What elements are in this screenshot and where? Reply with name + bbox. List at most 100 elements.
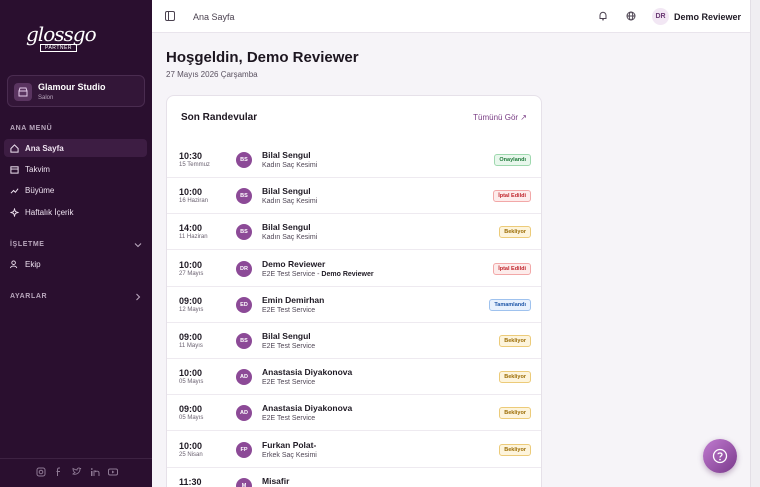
section-main-menu: ANA MENÜ [10,125,53,132]
instagram-icon[interactable] [36,467,46,477]
client-avatar: BS [236,152,252,168]
appointment-day: 25 Nisan [179,451,203,458]
sidebar-toggle-icon[interactable] [165,11,175,21]
sidebar-item-team[interactable]: Ekip [4,255,147,273]
client-name: Emin Demirhan [262,294,325,305]
see-all-link[interactable]: Tümünü Gör ↗ [473,113,527,122]
page-scrollbar[interactable] [750,0,760,487]
current-date: 27 Mayıs 2026 Çarşamba [166,70,258,79]
client-avatar: M [236,477,252,487]
appointment-row[interactable]: 10:00 16 Haziran BS Bilal Sengul Kadın Saç K… [167,178,541,215]
sidebar-item-label: Büyüme [25,185,55,195]
globe-icon[interactable] [626,11,636,21]
appointment-day: 11 Haziran [179,234,208,241]
client-name: Misafir [262,475,290,486]
appointment-row[interactable]: 10:00 27 Mayıs DR Demo Reviewer E2E Test Ser… [167,251,541,287]
user-avatar[interactable]: DR [652,8,669,25]
social-links [36,467,118,477]
card-title: Son Randevular [181,112,258,123]
appointment-day: 16 Haziran [179,198,209,205]
appointment-service: E2E Test Service [262,415,316,423]
studio-switcher[interactable]: Glamour Studio Salon [7,75,145,107]
client-name: Bilal Sengul [262,186,311,197]
sidebar-item-growth[interactable]: Büyüme [4,181,147,199]
sidebar-divider [0,458,152,459]
sidebar-item-label: Haftalık İçerik [25,207,74,217]
chevron-down-icon[interactable] [134,241,142,249]
appointment-time: 10:00 [179,440,203,451]
status-badge: Tamamlandı [489,298,531,311]
appointment-row[interactable]: 09:00 05 Mayıs AD Anastasia Diyakonova E2E T… [167,395,541,432]
appointment-time: 10:00 [179,187,203,198]
chevron-right-icon[interactable] [134,293,142,301]
client-avatar: AD [236,369,252,386]
studio-type: Salon [38,95,54,101]
appointment-time: 10:30 [179,151,203,161]
studio-name: Glamour Studio [38,82,106,92]
home-icon [10,143,19,153]
sidebar-item-weekly-content[interactable]: Haftalık İçerik [4,203,147,221]
appointment-time: 09:00 [179,404,203,415]
sidebar-item-calendar[interactable]: Takvim [4,160,147,178]
recent-appointments-card: Son Randevular Tümünü Gör ↗ 10:30 15 Temm… [166,95,542,487]
appointment-service: E2E Test Service [262,343,316,350]
status-badge: Onaylandı [494,154,531,166]
sparkles-icon [10,207,19,217]
client-name: Demo Reviewer [262,258,326,269]
appointment-day: 15 Temmuz [179,162,210,168]
store-icon [14,83,32,101]
sidebar-item-label: Takvim [25,164,50,174]
appointment-time: 09:00 [179,295,203,306]
appointment-service: E2E Test Service [262,306,316,314]
appointment-service: Kadın Saç Kesimi [262,162,318,169]
appointment-day: 05 Mayıs [179,379,204,386]
bell-icon[interactable] [598,11,608,21]
status-badge: Bekliyor [499,335,531,347]
appointment-staff: Demo Reviewer [321,270,374,278]
status-badge: Bekliyor [499,407,531,420]
appointment-row[interactable]: 10:30 15 Temmuz BS Bilal Sengul Kadın Saç Ke… [167,142,541,178]
appointment-row[interactable]: 14:00 11 Haziran BS Bilal Sengul Kadın Saç K… [167,214,541,251]
client-name: Anastasia Diyakonova [262,367,353,378]
appointment-row[interactable]: 10:00 25 Nisan FP Furkan Polat- Erkek Saç Ke… [167,432,541,468]
top-bar: Ana Sayfa DR Demo Reviewer [152,0,750,33]
appointment-time: 09:00 [179,332,203,342]
facebook-icon[interactable] [54,467,64,477]
status-badge: Bekliyor [499,226,531,239]
youtube-icon[interactable] [108,467,118,477]
user-name[interactable]: Demo Reviewer [674,12,741,22]
linkedin-icon[interactable] [90,467,100,477]
section-settings[interactable]: AYARLAR [10,293,47,300]
twitter-icon[interactable] [72,467,82,477]
sidebar-item-label: Ana Sayfa [25,143,64,153]
client-name: Bilal Sengul [262,150,311,160]
client-avatar: BS [236,333,252,349]
trending-up-icon [10,187,19,194]
client-name: Furkan Polat- [262,439,317,450]
appointment-row[interactable]: 10:00 05 Mayıs AD Anastasia Diyakonova E2E T… [167,359,541,396]
section-business: İŞLETME [10,241,45,248]
client-avatar: FP [236,441,252,458]
appointment-row[interactable]: 11:30 M Misafir [167,468,541,487]
appointment-service: E2E Test Service [262,379,316,387]
appointment-time: 11:30 [179,476,202,487]
calendar-icon [10,165,19,174]
help-icon [712,448,728,464]
client-avatar: AD [236,405,252,422]
appointment-day: 05 Mayıs [179,415,204,422]
sidebar-item-label: Ekip [25,259,41,269]
appointment-row[interactable]: 09:00 11 Mayıs BS Bilal Sengul E2E Test Serv… [167,323,541,359]
help-button[interactable] [703,439,737,473]
logo-word: glossgo [26,22,97,46]
appointment-service: E2E Test Service - Demo Reviewer [262,270,374,278]
appointment-day: 27 Mayıs [179,270,204,277]
brand-logo[interactable]: glossgo PARTNER [26,22,97,52]
sidebar-item-home[interactable]: Ana Sayfa [4,139,147,157]
client-avatar: BS [236,224,252,241]
status-badge: Bekliyor [499,443,531,456]
appointment-row[interactable]: 09:00 12 Mayıs ED Emin Demirhan E2E Test Ser… [167,287,541,323]
status-badge: İptal Edildi [493,190,531,203]
breadcrumb: Ana Sayfa [193,12,235,22]
client-name: Bilal Sengul [262,331,311,341]
appointment-service: Kadın Saç Kesimi [262,234,318,242]
